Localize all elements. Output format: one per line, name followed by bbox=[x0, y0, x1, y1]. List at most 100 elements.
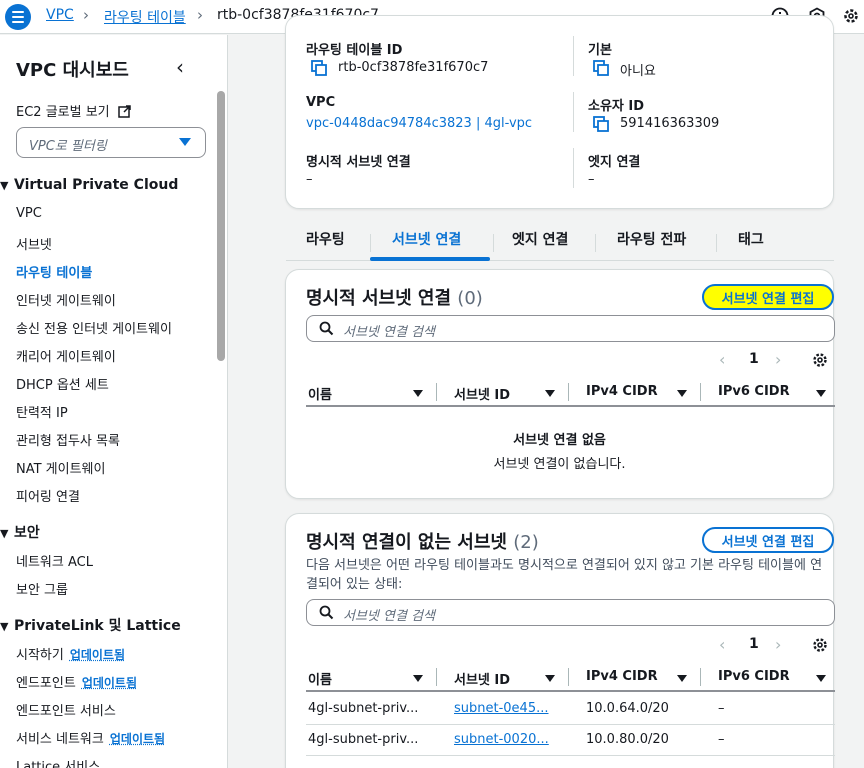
main-content: 라우팅 테이블 ID rtb-0cf3878fe31f670c7 기본 아니요 … bbox=[229, 15, 864, 768]
sort-caret-icon[interactable] bbox=[413, 390, 423, 397]
vpc-label: VPC bbox=[306, 95, 336, 110]
empty-state-message: 서브넷 연결이 없습니다. bbox=[493, 457, 626, 472]
column-divider[interactable] bbox=[568, 383, 569, 401]
edit-subnet-associations-button[interactable]: 서브넷 연결 편집 bbox=[702, 527, 834, 553]
details-card: 라우팅 테이블 ID rtb-0cf3878fe31f670c7 기본 아니요 … bbox=[285, 15, 834, 209]
sidebar-item-ec2-global[interactable]: EC2 글로벌 보기 bbox=[16, 101, 131, 122]
search-placeholder: 서브넷 연결 검색 bbox=[343, 325, 435, 340]
column-divider[interactable] bbox=[700, 668, 701, 686]
route-table-id-value: rtb-0cf3878fe31f670c7 bbox=[338, 60, 489, 75]
cell-ipv6: – bbox=[718, 701, 725, 716]
search-input[interactable]: 서브넷 연결 검색 bbox=[306, 599, 835, 626]
sidebar-item-service-networks[interactable]: 서비스 네트워크 업데이트됨 bbox=[16, 728, 165, 747]
gear-icon[interactable] bbox=[812, 352, 828, 372]
sidebar-item-internet-gateways[interactable]: 인터넷 게이트웨이 bbox=[16, 290, 116, 309]
sidebar-item-lattice-services[interactable]: Lattice 서비스 bbox=[16, 756, 100, 768]
tab-subnet-associations[interactable]: 서브넷 연결 bbox=[392, 227, 461, 261]
breadcrumb-route-tables[interactable]: 라우팅 테이블 bbox=[104, 7, 186, 27]
next-page-icon[interactable]: › bbox=[775, 350, 781, 369]
sidebar-section-privatelink[interactable]: ▼ PrivateLink 및 Lattice bbox=[0, 615, 181, 635]
divider bbox=[573, 148, 574, 188]
column-header-ipv6: IPv6 CIDR bbox=[718, 669, 790, 684]
page-number[interactable]: 1 bbox=[749, 636, 759, 652]
updated-badge: 업데이트됨 bbox=[109, 732, 166, 746]
sidebar-item-prefix-lists[interactable]: 관리형 접두사 목록 bbox=[16, 430, 120, 449]
sidebar-item-peering[interactable]: 피어링 연결 bbox=[16, 486, 80, 505]
sidebar-item-carrier-gateways[interactable]: 캐리어 게이트웨이 bbox=[16, 346, 116, 365]
sort-caret-icon[interactable] bbox=[545, 675, 555, 682]
sidebar-section-security[interactable]: ▼ 보안 bbox=[0, 522, 40, 542]
vpc-link[interactable]: vpc-0448dac94784c3823 | 4gl-vpc bbox=[306, 116, 532, 131]
sidebar-scrollbar[interactable] bbox=[217, 91, 225, 361]
sort-caret-icon[interactable] bbox=[413, 675, 423, 682]
sidebar-item-subnets[interactable]: 서브넷 bbox=[16, 234, 52, 253]
collapse-sidebar-icon[interactable]: ‹ bbox=[176, 55, 184, 79]
section-label: PrivateLink 및 Lattice bbox=[14, 618, 181, 634]
column-header-subnet-id: 서브넷 ID bbox=[454, 673, 511, 688]
sidebar-item-elastic-ips[interactable]: 탄력적 IP bbox=[16, 402, 68, 421]
sort-caret-icon[interactable] bbox=[677, 675, 687, 682]
sidebar-item-network-acl[interactable]: 네트워크 ACL bbox=[16, 551, 93, 570]
sidebar-item-label: 엔드포인트 bbox=[16, 676, 76, 691]
sidebar-item-endpoint-services[interactable]: 엔드포인트 서비스 bbox=[16, 700, 116, 719]
menu-icon[interactable] bbox=[5, 4, 31, 30]
tab-tags[interactable]: 태그 bbox=[738, 227, 764, 261]
column-header-name: 이름 bbox=[308, 673, 332, 688]
vpc-filter-select[interactable]: VPC로 필터링 bbox=[16, 127, 206, 158]
sort-caret-icon[interactable] bbox=[677, 390, 687, 397]
section-title-text: 명시적 서브넷 연결 bbox=[306, 288, 452, 309]
filter-placeholder: VPC로 필터링 bbox=[29, 139, 107, 154]
tab-routes[interactable]: 라우팅 bbox=[306, 227, 345, 261]
prev-page-icon[interactable]: ‹ bbox=[719, 350, 725, 369]
edge-assoc-value: – bbox=[588, 172, 595, 187]
page-number[interactable]: 1 bbox=[749, 351, 759, 367]
sidebar-item-dhcp-options[interactable]: DHCP 옵션 세트 bbox=[16, 374, 109, 393]
tab-route-propagation[interactable]: 라우팅 전파 bbox=[617, 227, 686, 261]
tab-edge-associations[interactable]: 엣지 연결 bbox=[512, 227, 568, 261]
divider bbox=[573, 92, 574, 132]
section-description: 다음 서브넷은 어떤 라우팅 테이블과도 명시적으로 연결되어 있지 않고 기본… bbox=[306, 558, 823, 592]
tab-divider bbox=[595, 234, 596, 252]
edge-assoc-label: 엣지 연결 bbox=[588, 155, 641, 170]
divider bbox=[573, 36, 574, 76]
explicit-assoc-value: – bbox=[306, 172, 313, 187]
chevron-right-icon: › bbox=[197, 6, 203, 24]
sidebar-item-route-tables[interactable]: 라우팅 테이블 bbox=[16, 262, 92, 281]
cell-ipv6: – bbox=[718, 732, 725, 747]
sort-caret-icon[interactable] bbox=[816, 675, 826, 682]
sidebar-title: VPC 대시보드 bbox=[16, 60, 129, 81]
sidebar-section-vpc[interactable]: ▼ Virtual Private Cloud bbox=[0, 177, 178, 193]
search-input[interactable]: 서브넷 연결 검색 bbox=[306, 315, 835, 342]
prev-page-icon[interactable]: ‹ bbox=[719, 635, 725, 654]
copy-icon[interactable] bbox=[311, 60, 327, 76]
section-title: 명시적 서브넷 연결 (0) bbox=[306, 284, 483, 310]
copy-icon[interactable] bbox=[593, 116, 609, 132]
caret-down-icon: ▼ bbox=[0, 620, 9, 633]
sort-caret-icon[interactable] bbox=[545, 390, 555, 397]
cell-subnet-link[interactable]: subnet-0e45... bbox=[454, 701, 549, 716]
sidebar-item-vpc[interactable]: VPC bbox=[16, 206, 42, 221]
column-divider[interactable] bbox=[436, 383, 437, 401]
column-divider[interactable] bbox=[436, 668, 437, 686]
gear-icon[interactable] bbox=[812, 637, 828, 657]
tabs: 라우팅 서브넷 연결 엣지 연결 라우팅 전파 태그 bbox=[286, 227, 834, 261]
sidebar-item-nat-gateways[interactable]: NAT 게이트웨이 bbox=[16, 458, 105, 477]
updated-badge: 업데이트됨 bbox=[69, 648, 126, 662]
section-label: Virtual Private Cloud bbox=[14, 177, 179, 193]
sort-caret-icon[interactable] bbox=[816, 390, 826, 397]
cell-subnet-link[interactable]: subnet-0020... bbox=[454, 732, 549, 747]
sidebar-item-getting-started[interactable]: 시작하기 업데이트됨 bbox=[16, 644, 125, 663]
cell-name: 4gl-subnet-priv... bbox=[308, 701, 419, 716]
caret-down-icon bbox=[179, 138, 191, 146]
breadcrumb-vpc[interactable]: VPC bbox=[46, 7, 74, 23]
edit-subnet-associations-button[interactable]: 서브넷 연결 편집 bbox=[702, 284, 834, 310]
column-divider[interactable] bbox=[568, 668, 569, 686]
sidebar-item-security-groups[interactable]: 보안 그룹 bbox=[16, 579, 68, 598]
next-page-icon[interactable]: › bbox=[775, 635, 781, 654]
header-divider bbox=[306, 690, 835, 692]
column-divider[interactable] bbox=[700, 383, 701, 401]
sidebar-item-endpoints[interactable]: 엔드포인트 업데이트됨 bbox=[16, 672, 137, 691]
settings-icon[interactable] bbox=[842, 7, 860, 25]
sidebar-item-egress-only-igw[interactable]: 송신 전용 인터넷 게이트웨이 bbox=[16, 318, 172, 337]
copy-icon[interactable] bbox=[593, 60, 609, 76]
